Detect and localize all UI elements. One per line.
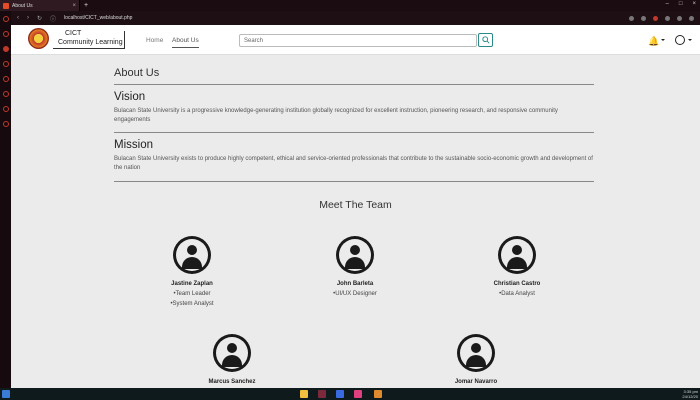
- extension-icon[interactable]: [665, 15, 670, 21]
- search-input[interactable]: Search: [239, 34, 477, 47]
- sidebar-icon[interactable]: [2, 106, 9, 112]
- extension-icon[interactable]: [629, 15, 634, 21]
- notification-bell-icon[interactable]: 🔔: [648, 36, 659, 47]
- avatar-icon: [173, 236, 211, 274]
- avatar-icon: [213, 334, 251, 372]
- member-role: •Team Leader: [173, 291, 211, 297]
- system-clock[interactable]: 3:35 pm 24/12/20: [682, 389, 698, 399]
- file-explorer-icon[interactable]: [300, 390, 308, 398]
- search-icon: [481, 36, 490, 44]
- divider: [114, 84, 594, 85]
- nav-about-us[interactable]: About Us: [172, 37, 199, 48]
- browser-sidebar: [0, 11, 11, 388]
- vision-text: Bulacan State University is a progressiv…: [114, 108, 558, 123]
- member-name: Christian Castro: [493, 281, 541, 287]
- user-caret-icon[interactable]: [688, 39, 692, 41]
- new-tab-icon[interactable]: +: [84, 2, 88, 9]
- mission-text: Bulacan State University exists to produ…: [114, 156, 593, 171]
- brand-line2: Community Learning: [58, 39, 123, 46]
- close-tab-icon[interactable]: ×: [72, 3, 76, 9]
- search-button[interactable]: [478, 33, 493, 47]
- browser-tab-bar: About Us × + – □ ×: [0, 0, 700, 11]
- sidebar-icon[interactable]: [2, 76, 9, 82]
- team-member-card: Jastine Zaplan •Team Leader •System Anal…: [132, 236, 252, 307]
- nav-home[interactable]: Home: [146, 37, 163, 44]
- back-icon[interactable]: ‹: [17, 15, 19, 21]
- sidebar-icon[interactable]: [2, 31, 9, 37]
- member-name: Marcus Sanchez: [208, 379, 256, 385]
- avatar-icon: [336, 236, 374, 274]
- notification-caret-icon[interactable]: [661, 39, 665, 41]
- extension-icons: [629, 15, 694, 21]
- close-window-icon[interactable]: ×: [692, 1, 696, 7]
- mission-heading: Mission: [114, 139, 153, 151]
- member-name: John Barleta: [336, 281, 374, 287]
- avatar-icon: [457, 334, 495, 372]
- window-controls: – □ ×: [666, 1, 696, 7]
- app-icon[interactable]: [354, 390, 362, 398]
- team-member-card: Marcus Sanchez: [172, 334, 292, 385]
- vision-heading: Vision: [114, 91, 146, 103]
- member-role: •Data Analyst: [499, 291, 535, 297]
- forward-icon[interactable]: ›: [27, 15, 29, 21]
- team-member-card: John Barleta •UI/UX Designer: [295, 236, 415, 297]
- university-logo[interactable]: [28, 28, 49, 49]
- minimize-icon[interactable]: –: [666, 1, 669, 7]
- clock-date: 24/12/20: [682, 394, 698, 399]
- team-member-card: Christian Castro •Data Analyst: [457, 236, 577, 297]
- team-member-card: Jomar Navarro: [416, 334, 536, 385]
- member-role: •System Analyst: [170, 301, 214, 307]
- app-icon[interactable]: [336, 390, 344, 398]
- app-icon[interactable]: [374, 390, 382, 398]
- screen: About Us × + – □ × ‹ › ↻ ⓘ localhost/CIC…: [0, 0, 700, 400]
- profile-icon[interactable]: [689, 15, 694, 21]
- team-heading: Meet The Team: [319, 199, 392, 211]
- info-icon[interactable]: ⓘ: [50, 14, 56, 23]
- divider: [114, 181, 594, 182]
- maximize-icon[interactable]: □: [679, 1, 683, 7]
- reload-icon[interactable]: ↻: [37, 15, 42, 22]
- tab-title: About Us: [12, 2, 33, 9]
- sidebar-icon[interactable]: [2, 46, 9, 52]
- extension-icon[interactable]: [677, 15, 682, 21]
- favicon-icon: [3, 2, 9, 9]
- extension-icon[interactable]: [653, 15, 658, 21]
- sidebar-icon[interactable]: [2, 16, 9, 22]
- user-account-icon[interactable]: [675, 35, 685, 45]
- member-role: •UI/UX Designer: [333, 291, 377, 297]
- avatar-icon: [498, 236, 536, 274]
- extension-icon[interactable]: [641, 15, 646, 21]
- member-name: Jastine Zaplan: [171, 281, 213, 287]
- sidebar-icon[interactable]: [2, 91, 9, 97]
- url-field[interactable]: localhost/CICT_web/about.php: [64, 15, 132, 21]
- site-navbar: CICT Community Learning Home About Us Se…: [11, 25, 700, 55]
- start-icon[interactable]: [2, 390, 10, 398]
- sidebar-icon[interactable]: [2, 61, 9, 67]
- address-bar: ‹ › ↻ ⓘ localhost/CICT_web/about.php: [11, 11, 700, 25]
- member-name: Jomar Navarro: [454, 379, 498, 385]
- divider: [114, 132, 594, 133]
- brand-line1: CICT: [65, 30, 82, 37]
- web-page: CICT Community Learning Home About Us Se…: [11, 25, 700, 388]
- browser-icon[interactable]: [318, 390, 326, 398]
- page-title: About Us: [114, 67, 160, 79]
- os-taskbar: 3:35 pm 24/12/20: [0, 388, 700, 400]
- browser-tab[interactable]: About Us ×: [0, 0, 80, 11]
- sidebar-icon[interactable]: [2, 121, 9, 127]
